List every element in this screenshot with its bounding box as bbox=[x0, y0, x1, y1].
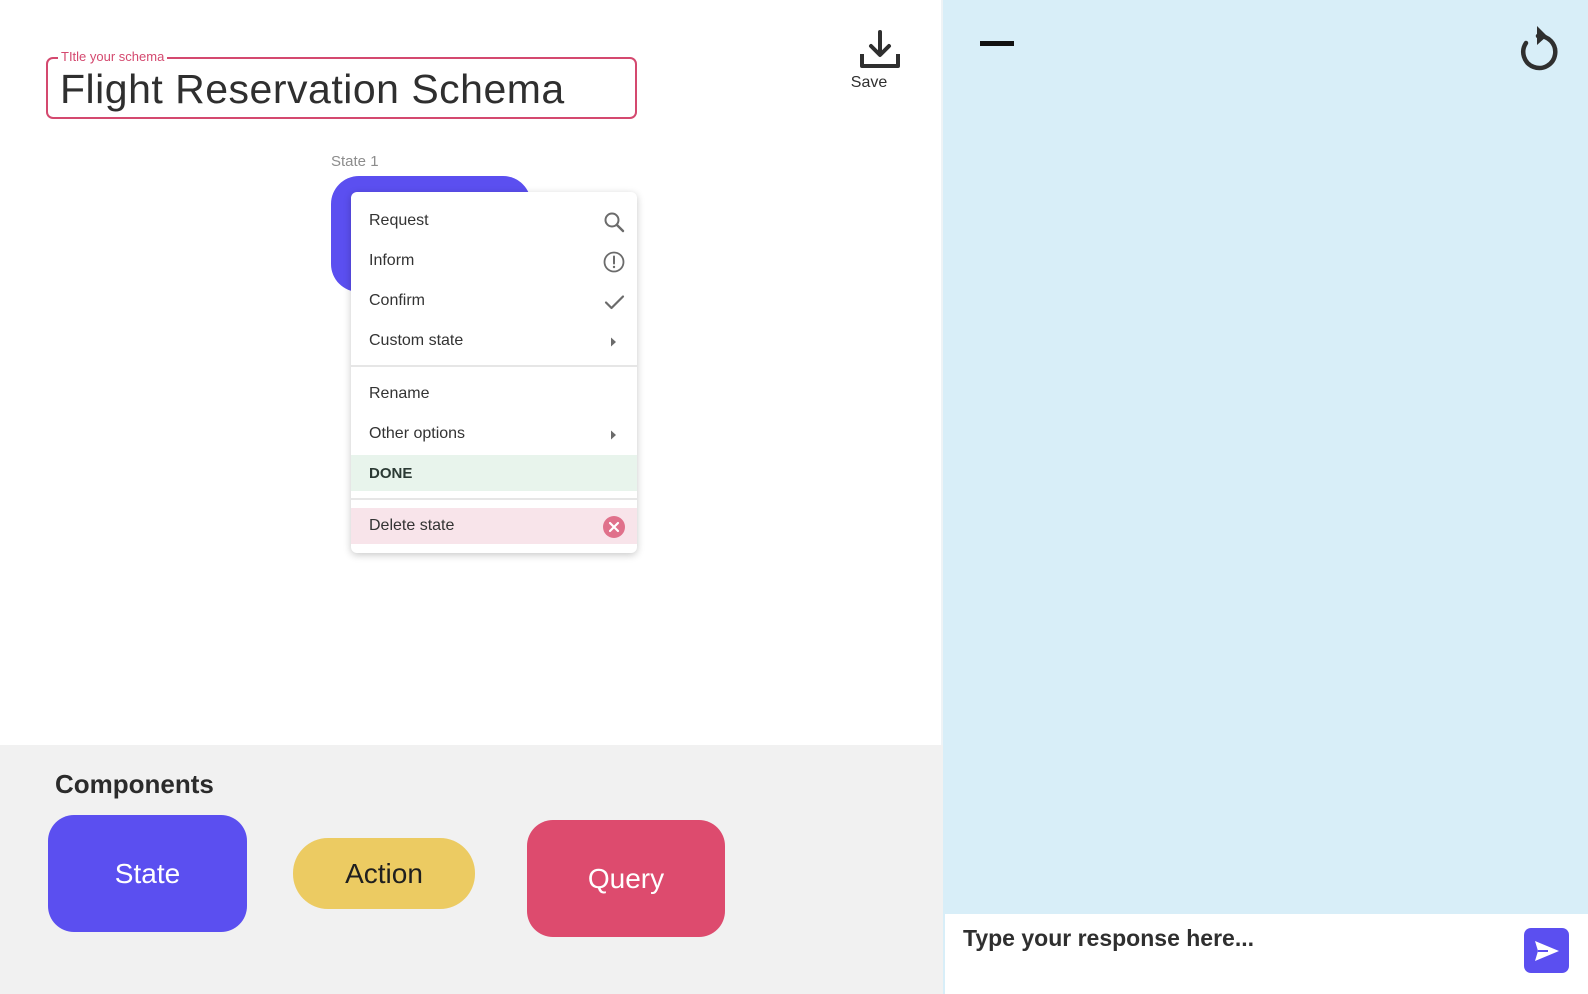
state-node-label: State 1 bbox=[331, 153, 379, 170]
menu-divider bbox=[351, 365, 637, 367]
menu-divider bbox=[351, 498, 637, 500]
chevron-right-icon bbox=[603, 424, 625, 446]
menu-item-custom-state[interactable]: Custom state bbox=[351, 323, 637, 359]
search-icon bbox=[603, 211, 625, 233]
menu-item-request[interactable]: Request bbox=[351, 203, 637, 239]
menu-item-label: Delete state bbox=[369, 517, 455, 534]
download-icon bbox=[860, 30, 900, 68]
menu-item-rename[interactable]: Rename bbox=[351, 376, 637, 412]
check-icon bbox=[603, 291, 625, 313]
menu-item-label: Inform bbox=[369, 252, 415, 269]
state-context-menu: Request Inform Confirm Custom state Rena… bbox=[351, 192, 637, 553]
components-palette: Components State Action Query bbox=[0, 745, 943, 994]
schema-title-field[interactable]: TItle your schema Flight Reservation Sch… bbox=[46, 50, 637, 119]
menu-item-done[interactable]: DONE bbox=[351, 455, 637, 491]
response-bar bbox=[945, 914, 1588, 994]
menu-item-label: Rename bbox=[369, 385, 430, 402]
state-component[interactable]: State bbox=[48, 815, 247, 932]
schema-editor-panel: TItle your schema Flight Reservation Sch… bbox=[0, 0, 943, 994]
schema-title-value[interactable]: Flight Reservation Schema bbox=[60, 67, 565, 111]
action-component[interactable]: Action bbox=[293, 838, 475, 909]
menu-item-label: Confirm bbox=[369, 292, 426, 309]
save-label: Save bbox=[850, 74, 888, 91]
schema-title-legend: TItle your schema bbox=[58, 50, 168, 64]
close-circle-icon bbox=[603, 516, 625, 538]
menu-item-confirm[interactable]: Confirm bbox=[351, 283, 637, 319]
menu-item-label: Request bbox=[369, 212, 429, 229]
refresh-icon[interactable] bbox=[1514, 24, 1562, 74]
info-circle-icon bbox=[603, 251, 625, 273]
menu-item-delete-state[interactable]: Delete state bbox=[351, 508, 637, 544]
chevron-right-icon bbox=[603, 331, 625, 353]
response-input[interactable] bbox=[963, 918, 1503, 958]
menu-item-label: DONE bbox=[369, 464, 413, 482]
query-component[interactable]: Query bbox=[527, 820, 725, 937]
minus-icon[interactable] bbox=[980, 41, 1014, 46]
send-button[interactable] bbox=[1524, 928, 1569, 973]
menu-item-label: Other options bbox=[369, 425, 466, 442]
save-button[interactable]: Save bbox=[850, 28, 910, 94]
menu-item-inform[interactable]: Inform bbox=[351, 243, 637, 279]
chat-panel bbox=[943, 0, 1588, 994]
menu-item-other-options[interactable]: Other options bbox=[351, 416, 637, 452]
components-title: Components bbox=[55, 769, 214, 799]
send-icon bbox=[1534, 940, 1559, 961]
menu-item-label: Custom state bbox=[369, 332, 464, 349]
